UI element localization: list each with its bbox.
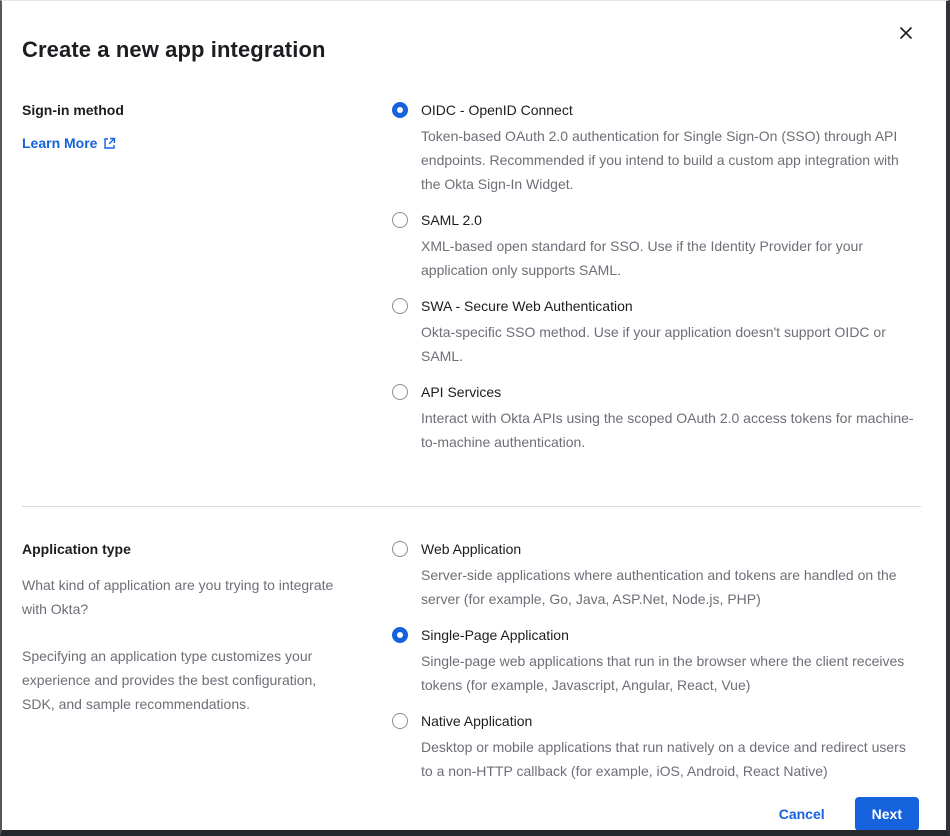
application-type-options: Web Application Server-side applications… [392,539,921,797]
close-button[interactable] [896,21,920,45]
radio-option-label: SWA - Secure Web Authentication [421,296,921,316]
sign-in-method-left: Sign-in method Learn More [22,100,392,468]
modal-footer: Cancel Next [2,797,946,836]
radio-option-description: Single-page web applications that run in… [421,649,921,697]
sign-in-method-section: Sign-in method Learn More OIDC - OpenID … [2,67,946,482]
option-text: OIDC - OpenID Connect Token-based OAuth … [421,100,921,196]
sign-in-method-label: Sign-in method [22,100,352,120]
learn-more-link[interactable]: Learn More [22,135,116,151]
option-text: Web Application Server-side applications… [421,539,921,611]
radio-icon[interactable] [392,102,408,118]
radio-option-api-services[interactable]: API Services Interact with Okta APIs usi… [392,382,921,454]
option-text: Native Application Desktop or mobile app… [421,711,921,783]
radio-option-description: Desktop or mobile applications that run … [421,735,921,783]
radio-option-label: Native Application [421,711,921,731]
close-icon [898,25,914,41]
application-type-description-2: Specifying an application type customize… [22,644,352,716]
option-text: SAML 2.0 XML-based open standard for SSO… [421,210,921,282]
radio-option-swa[interactable]: SWA - Secure Web Authentication Okta-spe… [392,296,921,368]
radio-option-single-page-application[interactable]: Single-Page Application Single-page web … [392,625,921,697]
radio-option-label: SAML 2.0 [421,210,921,230]
radio-icon[interactable] [392,713,408,729]
option-text: API Services Interact with Okta APIs usi… [421,382,921,454]
radio-icon[interactable] [392,541,408,557]
radio-icon[interactable] [392,212,408,228]
application-type-description-1: What kind of application are you trying … [22,573,352,621]
radio-option-description: Okta-specific SSO method. Use if your ap… [421,320,921,368]
radio-option-description: Token-based OAuth 2.0 authentication for… [421,124,921,196]
radio-option-native-application[interactable]: Native Application Desktop or mobile app… [392,711,921,783]
radio-option-description: Interact with Okta APIs using the scoped… [421,406,921,454]
radio-icon[interactable] [392,298,408,314]
application-type-label: Application type [22,539,352,559]
radio-option-description: XML-based open standard for SSO. Use if … [421,234,921,282]
application-type-section: Application type What kind of applicatio… [2,507,946,797]
external-link-icon [103,137,116,150]
application-type-left: Application type What kind of applicatio… [22,539,392,797]
radio-option-label: Single-Page Application [421,625,921,645]
learn-more-label: Learn More [22,135,97,151]
radio-option-label: OIDC - OpenID Connect [421,100,921,120]
radio-option-web-application[interactable]: Web Application Server-side applications… [392,539,921,611]
radio-option-label: Web Application [421,539,921,559]
modal-title: Create a new app integration [22,37,922,63]
option-text: Single-Page Application Single-page web … [421,625,921,697]
radio-option-label: API Services [421,382,921,402]
create-app-integration-modal: Create a new app integration Sign-in met… [0,0,950,836]
radio-icon[interactable] [392,384,408,400]
radio-option-saml[interactable]: SAML 2.0 XML-based open standard for SSO… [392,210,921,282]
radio-option-description: Server-side applications where authentic… [421,563,921,611]
radio-option-oidc[interactable]: OIDC - OpenID Connect Token-based OAuth … [392,100,921,196]
radio-icon[interactable] [392,627,408,643]
option-text: SWA - Secure Web Authentication Okta-spe… [421,296,921,368]
cancel-button[interactable]: Cancel [779,806,825,822]
sign-in-method-options: OIDC - OpenID Connect Token-based OAuth … [392,100,921,468]
next-button[interactable]: Next [855,797,919,831]
